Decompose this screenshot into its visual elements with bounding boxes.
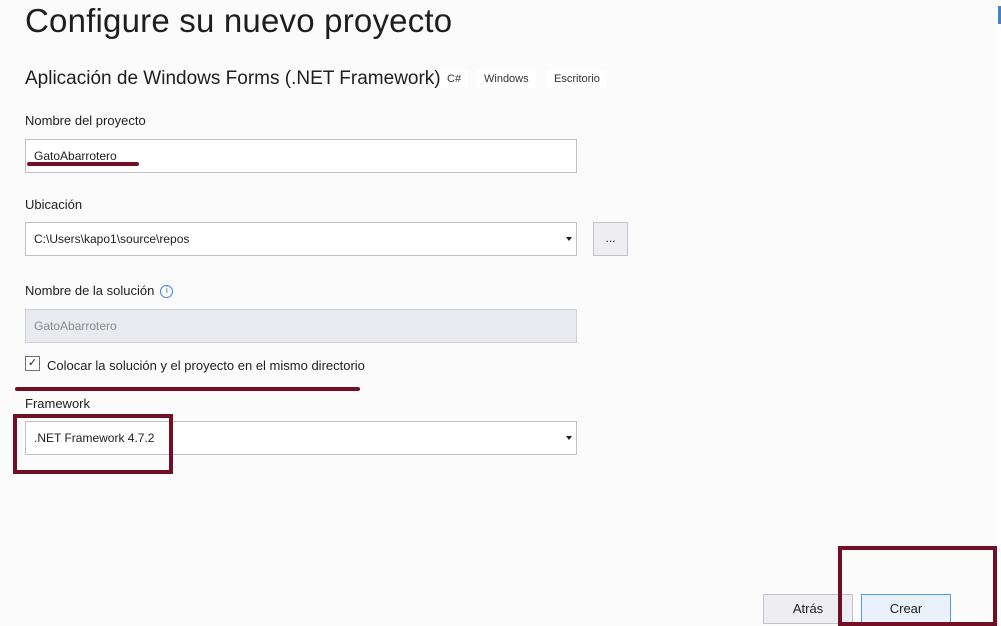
- info-icon[interactable]: i: [160, 285, 174, 299]
- chevron-down-icon[interactable]: [566, 436, 572, 440]
- tag-language: C#: [440, 70, 469, 88]
- chevron-down-icon[interactable]: [566, 237, 572, 241]
- tag-project-type: Escritorio: [547, 70, 607, 88]
- same-directory-checkbox[interactable]: ✓: [25, 356, 40, 371]
- same-directory-label[interactable]: Colocar la solución y el proyecto en el …: [47, 358, 365, 373]
- location-combobox[interactable]: C:\Users\kapo1\source\repos: [25, 222, 577, 256]
- solution-name-label-row: Nombre de la solución i: [25, 283, 174, 299]
- project-name-input[interactable]: GatoAbarrotero: [25, 139, 577, 173]
- check-icon: ✓: [27, 357, 38, 369]
- annotation-box-framework: [13, 414, 173, 474]
- solution-name-label: Nombre de la solución: [25, 283, 155, 298]
- solution-name-input: GatoAbarrotero: [25, 309, 577, 343]
- project-name-label: Nombre del proyecto: [25, 113, 146, 128]
- annotation-underline-checkbox: [15, 387, 360, 391]
- template-name: Aplicación de Windows Forms (.NET Framew…: [25, 68, 441, 89]
- window-edge: [997, 0, 1001, 621]
- browse-location-button[interactable]: ...: [593, 222, 628, 256]
- location-label: Ubicación: [25, 197, 83, 212]
- page-title: Configure su nuevo proyecto: [25, 2, 453, 39]
- tag-platform: Windows: [477, 70, 536, 88]
- annotation-underline-project-name: [27, 162, 139, 166]
- location-value: C:\Users\kapo1\source\repos: [34, 232, 190, 246]
- annotation-box-create: [838, 546, 997, 626]
- framework-label: Framework: [25, 396, 91, 411]
